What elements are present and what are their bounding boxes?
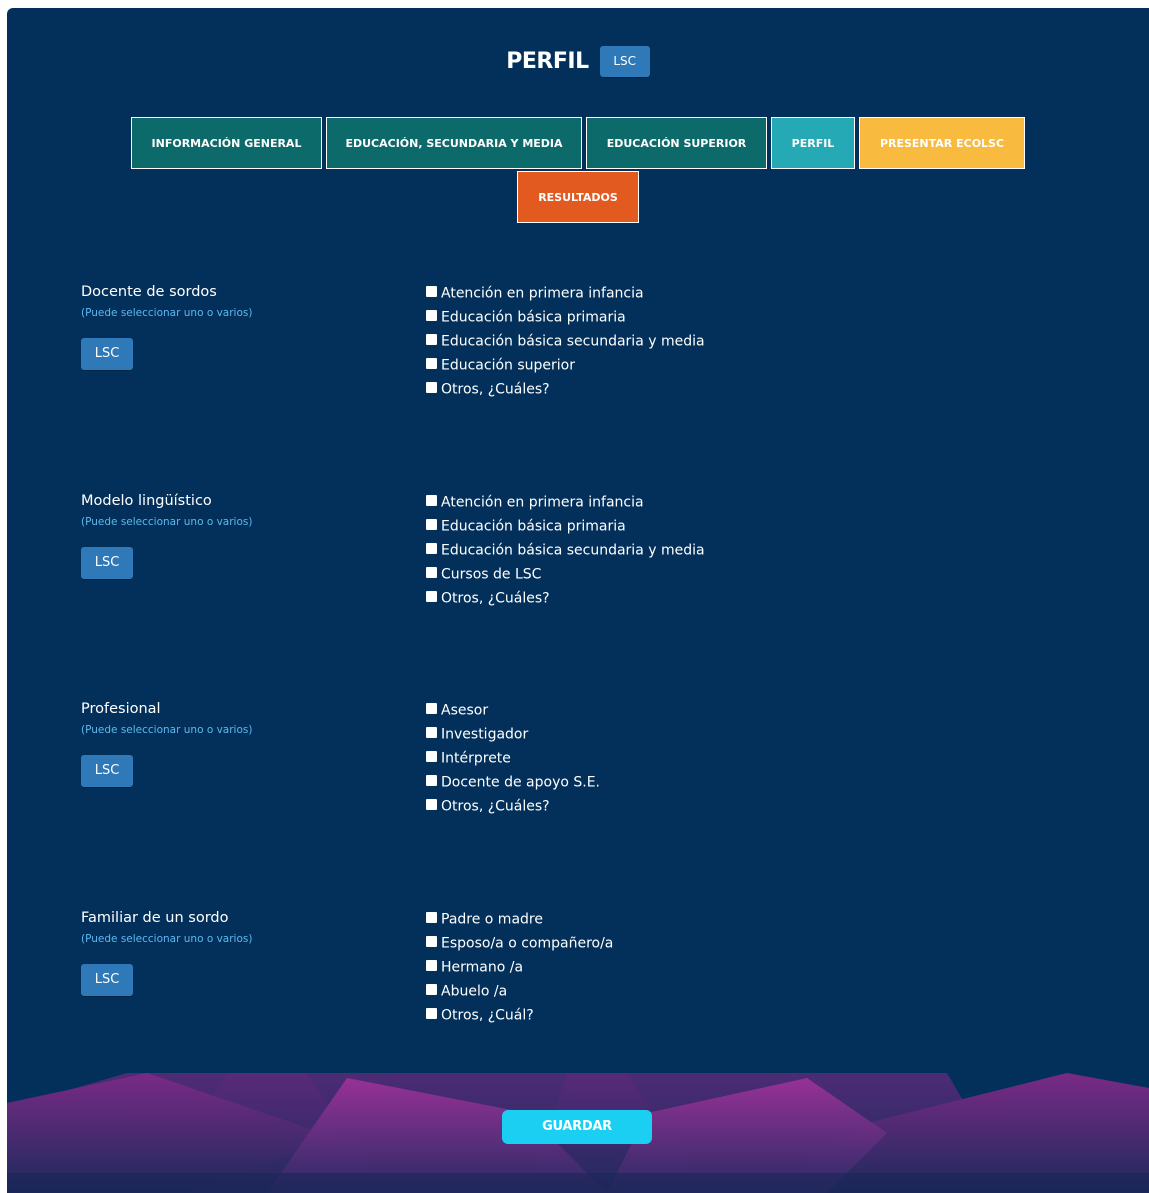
checkbox-label: Otros, ¿Cuáles? [441, 381, 550, 398]
checkbox[interactable] [426, 591, 437, 602]
tab-informacion-general[interactable]: INFORMACIÓN GENERAL [131, 117, 322, 169]
checkbox[interactable] [426, 912, 437, 923]
tab-educacion-superior[interactable]: EDUCACIÓN SUPERIOR [586, 117, 767, 169]
checkbox[interactable] [426, 984, 437, 995]
checkbox-option[interactable]: Padre o madre [426, 910, 613, 934]
checkbox-label: Educación básica primaria [441, 309, 626, 326]
checkbox-option[interactable]: Atención en primera infancia [426, 493, 705, 517]
checkbox-option[interactable]: Otros, ¿Cuál? [426, 1006, 613, 1030]
section-title: Profesional [81, 701, 161, 717]
checkbox-option[interactable]: Esposo/a o compañero/a [426, 934, 613, 958]
page-header: PERFIL LSC [7, 46, 1149, 82]
checkbox-label: Cursos de LSC [441, 566, 542, 583]
checkbox-option[interactable]: Investigador [426, 725, 600, 749]
tabs-row-1: INFORMACIÓN GENERAL EDUCACIÓN, SECUNDARI… [7, 117, 1149, 169]
section-lsc-button[interactable]: LSC [81, 338, 133, 370]
checkbox-label: Investigador [441, 726, 529, 743]
checkbox-option[interactable]: Educación superior [426, 356, 705, 380]
checkbox-option[interactable]: Abuelo /a [426, 982, 613, 1006]
checkbox-label: Otros, ¿Cuáles? [441, 590, 550, 607]
checkbox[interactable] [426, 495, 437, 506]
checkbox[interactable] [426, 936, 437, 947]
checkbox-label: Docente de apoyo S.E. [441, 774, 600, 791]
checkbox[interactable] [426, 1008, 437, 1019]
checkbox-list: Padre o madre Esposo/a o compañero/a Her… [426, 910, 613, 1030]
checkbox-label: Educación básica primaria [441, 518, 626, 535]
checkbox-label: Atención en primera infancia [441, 494, 644, 511]
checkbox-option[interactable]: Otros, ¿Cuáles? [426, 380, 705, 404]
checkbox[interactable] [426, 567, 437, 578]
page-title: PERFIL [506, 49, 589, 74]
checkbox[interactable] [426, 751, 437, 762]
checkbox-option[interactable]: Educación básica primaria [426, 308, 705, 332]
checkbox[interactable] [426, 543, 437, 554]
checkbox-label: Intérprete [441, 750, 511, 767]
checkbox[interactable] [426, 960, 437, 971]
checkbox-label: Educación básica secundaria y media [441, 542, 705, 559]
checkbox-label: Hermano /a [441, 959, 524, 976]
section-hint: (Puede seleccionar uno o varios) [81, 724, 253, 736]
checkbox-option[interactable]: Otros, ¿Cuáles? [426, 797, 600, 821]
tabs-row-2: RESULTADOS [7, 171, 1149, 223]
checkbox-option[interactable]: Cursos de LSC [426, 565, 705, 589]
checkbox[interactable] [426, 310, 437, 321]
checkbox-list: Asesor Investigador Intérprete Docente d… [426, 701, 600, 821]
section-hint: (Puede seleccionar uno o varios) [81, 516, 253, 528]
tab-resultados[interactable]: RESULTADOS [517, 171, 639, 223]
checkbox-option[interactable]: Asesor [426, 701, 600, 725]
checkbox-label: Atención en primera infancia [441, 285, 644, 302]
checkbox-list: Atención en primera infancia Educación b… [426, 284, 705, 404]
checkbox-list: Atención en primera infancia Educación b… [426, 493, 705, 613]
checkbox-option[interactable]: Atención en primera infancia [426, 284, 705, 308]
section-lsc-button[interactable]: LSC [81, 755, 133, 787]
checkbox-option[interactable]: Educación básica secundaria y media [426, 332, 705, 356]
checkbox[interactable] [426, 334, 437, 345]
section-hint: (Puede seleccionar uno o varios) [81, 933, 253, 945]
checkbox-label: Asesor [441, 702, 489, 719]
checkbox-option[interactable]: Docente de apoyo S.E. [426, 773, 600, 797]
header-lsc-button[interactable]: LSC [599, 46, 650, 77]
checkbox-label: Educación superior [441, 357, 575, 374]
checkbox[interactable] [426, 358, 437, 369]
checkbox-option[interactable]: Intérprete [426, 749, 600, 773]
checkbox-option[interactable]: Hermano /a [426, 958, 613, 982]
section-title: Familiar de un sordo [81, 910, 229, 926]
section-title: Modelo lingüístico [81, 493, 212, 509]
profile-panel: PERFIL LSC INFORMACIÓN GENERAL EDUCACIÓN… [7, 8, 1149, 1193]
section-lsc-button[interactable]: LSC [81, 964, 133, 996]
save-button[interactable]: GUARDAR [502, 1110, 652, 1144]
tab-educacion-secundaria-media[interactable]: EDUCACIÓN, SECUNDARIA Y MEDIA [326, 117, 582, 169]
checkbox[interactable] [426, 286, 437, 297]
checkbox-label: Educación básica secundaria y media [441, 333, 705, 350]
checkbox-option[interactable]: Educación básica secundaria y media [426, 541, 705, 565]
checkbox[interactable] [426, 799, 437, 810]
checkbox-option[interactable]: Educación básica primaria [426, 517, 705, 541]
checkbox-label: Padre o madre [441, 911, 543, 928]
checkbox-label: Abuelo /a [441, 983, 508, 1000]
checkbox[interactable] [426, 382, 437, 393]
tab-perfil[interactable]: PERFIL [771, 117, 855, 169]
checkbox-label: Esposo/a o compañero/a [441, 935, 614, 952]
checkbox-label: Otros, ¿Cuál? [441, 1007, 534, 1024]
checkbox-option[interactable]: Otros, ¿Cuáles? [426, 589, 705, 613]
checkbox[interactable] [426, 703, 437, 714]
checkbox[interactable] [426, 727, 437, 738]
section-title: Docente de sordos [81, 284, 217, 300]
checkbox[interactable] [426, 519, 437, 530]
tab-presentar-ecolsc[interactable]: PRESENTAR ECOLSC [859, 117, 1025, 169]
section-hint: (Puede seleccionar uno o varios) [81, 307, 253, 319]
checkbox-label: Otros, ¿Cuáles? [441, 798, 550, 815]
section-lsc-button[interactable]: LSC [81, 547, 133, 579]
checkbox[interactable] [426, 775, 437, 786]
